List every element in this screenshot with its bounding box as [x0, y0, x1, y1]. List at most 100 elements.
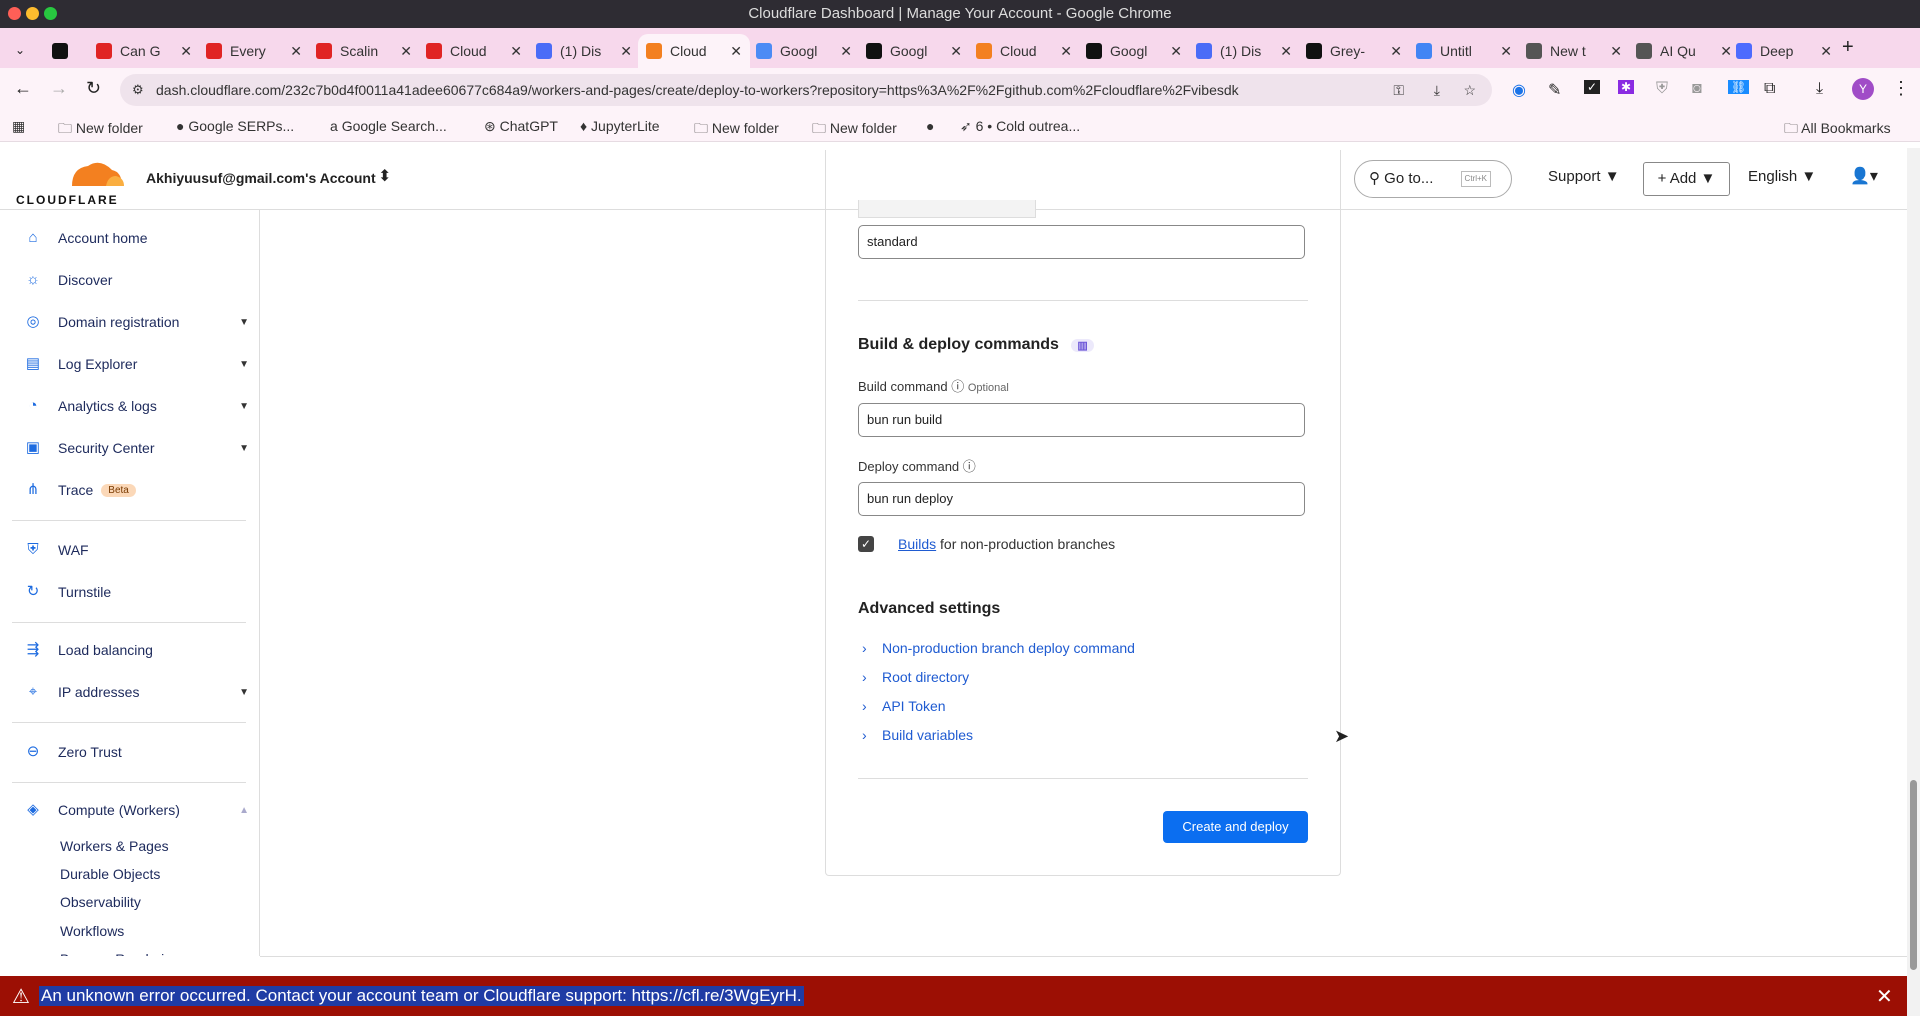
previous-field-input[interactable]: standard: [858, 225, 1305, 259]
info-icon[interactable]: ⓘ: [963, 459, 976, 474]
sidebar-subitem[interactable]: Observability: [60, 894, 141, 910]
url-input[interactable]: ⚙ dash.cloudflare.com/232c7b0d4f0011a41a…: [120, 74, 1492, 106]
close-tab-icon[interactable]: ✕: [620, 43, 632, 60]
browser-tab[interactable]: Googl ✕: [858, 34, 970, 68]
extension-icon[interactable]: ◉: [1512, 80, 1526, 100]
advanced-setting-toggle[interactable]: › Non-production branch deploy command: [862, 640, 1135, 656]
browser-tab[interactable]: Grey- ✕: [1298, 34, 1410, 68]
install-app-icon[interactable]: ⤓: [1434, 74, 1440, 106]
browser-tab[interactable]: Cloud ✕: [638, 34, 750, 68]
account-switcher-icon[interactable]: ⬍: [378, 166, 391, 186]
bookmark-item[interactable]: a Google Search...: [330, 118, 447, 134]
browser-tab[interactable]: (1) Dis ✕: [1188, 34, 1300, 68]
close-tab-icon[interactable]: ✕: [1170, 43, 1182, 60]
sidebar-item[interactable]: ⌂ Account home: [24, 229, 249, 247]
extension-icon[interactable]: ✓: [1584, 80, 1601, 94]
browser-tab[interactable]: Googl ✕: [1078, 34, 1190, 68]
chevron-down-icon[interactable]: ▼: [239, 401, 249, 412]
bookmark-item[interactable]: 🗀 New folder: [812, 118, 897, 142]
docs-book-icon[interactable]: ▥: [1071, 339, 1094, 352]
close-tab-icon[interactable]: ✕: [1280, 43, 1292, 60]
close-tab-icon[interactable]: ✕: [950, 43, 962, 60]
build-command-input[interactable]: bun run build: [858, 403, 1305, 437]
create-and-deploy-button[interactable]: Create and deploy: [1163, 811, 1308, 843]
builds-link[interactable]: Builds: [898, 536, 936, 552]
extension-icon[interactable]: ⛓: [1728, 80, 1750, 94]
browser-tab[interactable]: Cloud ✕: [418, 34, 530, 68]
chevron-up-icon[interactable]: ▲: [239, 805, 249, 816]
maximize-window-button[interactable]: [44, 7, 57, 20]
goto-search-button[interactable]: ⚲ Go to... Ctrl+K: [1354, 160, 1512, 198]
chrome-menu-icon[interactable]: ⋮: [1892, 78, 1910, 99]
shield-extension-icon[interactable]: ⛨: [1656, 80, 1668, 98]
browser-tab[interactable]: Can G ✕: [88, 34, 200, 68]
tab-search-button[interactable]: ⌄: [8, 38, 32, 62]
new-tab-button[interactable]: +: [1842, 36, 1854, 59]
browser-tab[interactable]: Scalin ✕: [308, 34, 420, 68]
sidebar-item[interactable]: ☼ Discover: [24, 271, 249, 289]
chevron-down-icon[interactable]: ▼: [239, 687, 249, 698]
sidebar-item[interactable]: ⌖ IP addresses ▼: [24, 683, 249, 701]
sidebar-item[interactable]: ⊖ Zero Trust: [24, 743, 249, 761]
bookmark-item[interactable]: ● Google SERPs...: [176, 118, 294, 134]
eyedropper-extension-icon[interactable]: ✎: [1548, 80, 1561, 100]
close-tab-icon[interactable]: ✕: [1500, 43, 1512, 60]
close-tab-icon[interactable]: ✕: [510, 43, 522, 60]
browser-tab[interactable]: Cloud ✕: [968, 34, 1080, 68]
apps-grid-icon[interactable]: ▦: [12, 118, 25, 135]
extensions-puzzle-icon[interactable]: ⧉: [1764, 80, 1775, 98]
user-menu-icon[interactable]: 👤▾: [1850, 166, 1878, 186]
password-key-icon[interactable]: ⚿: [1393, 74, 1404, 106]
profile-avatar[interactable]: Y: [1852, 78, 1874, 100]
sidebar-item[interactable]: ↻ Turnstile: [24, 583, 249, 601]
download-icon[interactable]: ⤓: [1816, 80, 1823, 98]
site-info-icon[interactable]: ⚙: [132, 74, 144, 106]
back-icon[interactable]: ←: [14, 78, 32, 99]
deploy-command-input[interactable]: bun run deploy: [858, 482, 1305, 516]
bookmark-item[interactable]: ♦ JupyterLite: [580, 118, 660, 134]
browser-tab[interactable]: Untitl ✕: [1408, 34, 1520, 68]
minimize-window-button[interactable]: [26, 7, 39, 20]
extension-icon[interactable]: ✱: [1618, 80, 1635, 94]
bookmark-item[interactable]: 🗀 New folder: [694, 118, 779, 142]
close-window-button[interactable]: [8, 7, 21, 20]
scrollbar-thumb[interactable]: [1910, 780, 1917, 970]
add-menu-button[interactable]: + Add ▼: [1643, 162, 1730, 196]
bookmark-item[interactable]: ⊛ ChatGPT: [484, 118, 558, 135]
sidebar-subitem[interactable]: Durable Objects: [60, 866, 160, 882]
bookmark-star-icon[interactable]: ☆: [1463, 74, 1476, 106]
non-production-builds-checkbox[interactable]: ✓: [858, 536, 874, 552]
bookmark-item[interactable]: 🗀 New folder: [58, 118, 143, 142]
close-tab-icon[interactable]: ✕: [730, 43, 742, 60]
cloudflare-logo[interactable]: CLOUDFLARE: [16, 158, 126, 207]
close-tab-icon[interactable]: ✕: [400, 43, 412, 60]
sidebar-item[interactable]: ▤ Log Explorer ▼: [24, 355, 249, 373]
info-icon[interactable]: ⓘ: [951, 379, 964, 394]
close-tab-icon[interactable]: ✕: [840, 43, 852, 60]
sidebar-item[interactable]: ◔ Analytics & logs ▼: [24, 397, 249, 415]
close-tab-icon[interactable]: ✕: [290, 43, 302, 60]
camera-extension-icon[interactable]: ◙: [1692, 80, 1702, 98]
close-tab-icon[interactable]: ✕: [1610, 43, 1622, 60]
sidebar-subitem[interactable]: Workers & Pages: [60, 838, 169, 854]
page-scrollbar[interactable]: [1907, 148, 1920, 1016]
advanced-setting-toggle[interactable]: › Build variables: [862, 727, 973, 743]
all-bookmarks[interactable]: 🗀 All Bookmarks: [1784, 118, 1891, 142]
sidebar-subitem[interactable]: Browser Rendering: [60, 951, 180, 956]
browser-tab[interactable]: [44, 34, 80, 68]
bookmark-item[interactable]: ➶ 6 • Cold outrea...: [960, 118, 1080, 135]
advanced-setting-toggle[interactable]: › API Token: [862, 698, 946, 714]
close-tab-icon[interactable]: ✕: [180, 43, 192, 60]
support-menu[interactable]: Support ▼: [1548, 168, 1620, 185]
browser-tab[interactable]: Googl ✕: [748, 34, 860, 68]
chevron-down-icon[interactable]: ▼: [239, 359, 249, 370]
language-menu[interactable]: English ▼: [1748, 168, 1816, 185]
bookmark-item[interactable]: ●: [926, 118, 934, 134]
close-tab-icon[interactable]: ✕: [1820, 43, 1832, 60]
browser-tab[interactable]: AI Qu ✕: [1628, 34, 1740, 68]
chevron-down-icon[interactable]: ▼: [239, 443, 249, 454]
sidebar-item[interactable]: ◈ Compute (Workers) ▲: [24, 801, 249, 819]
sidebar-item[interactable]: ◎ Domain registration ▼: [24, 313, 249, 331]
sidebar-item[interactable]: ▣ Security Center ▼: [24, 439, 249, 457]
chevron-down-icon[interactable]: ▼: [239, 317, 249, 328]
